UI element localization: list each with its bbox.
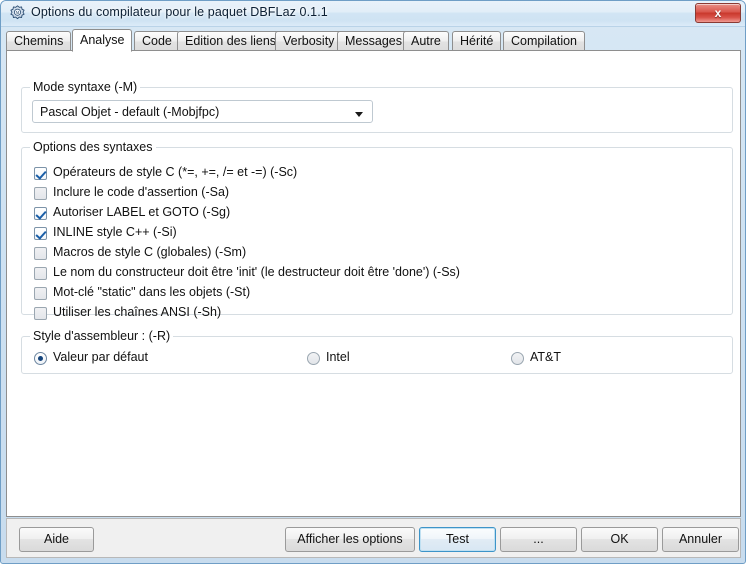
tab-herite[interactable]: Hérité — [452, 31, 502, 51]
title-bar: M Options du compilateur pour le paquet … — [1, 1, 745, 27]
window-title: Options du compilateur pour le paquet DB… — [31, 5, 328, 19]
dialog-button-bar: Aide Afficher les options Test ... OK An… — [6, 518, 741, 558]
group-mode-syntaxe: Mode syntaxe (-M) Pascal Objet - default… — [21, 80, 733, 133]
radio-label-intel: Intel — [326, 350, 350, 364]
radio-label-default: Valeur par défaut — [53, 350, 148, 364]
tab-page-analyse: Mode syntaxe (-M) Pascal Objet - default… — [6, 50, 741, 517]
chevron-down-icon — [355, 112, 363, 117]
help-button[interactable]: Aide — [19, 527, 94, 552]
close-button[interactable]: x — [695, 3, 741, 23]
checkbox-label-static-keyword: Mot-clé "static" dans les objets (-St) — [53, 285, 251, 299]
test-button[interactable]: Test — [419, 527, 496, 552]
tab-code[interactable]: Code — [134, 31, 180, 51]
checkbox-constructor-init[interactable] — [34, 267, 47, 280]
checkbox-label-ansi-strings: Utiliser les chaînes ANSI (-Sh) — [53, 305, 222, 319]
checkbox-label-label-goto: Autoriser LABEL et GOTO (-Sg) — [53, 205, 231, 219]
radio-att[interactable] — [511, 352, 524, 365]
checkbox-label-inline-cpp: INLINE style C++ (-Si) — [53, 225, 177, 239]
checkbox-assertion-code[interactable] — [34, 187, 47, 200]
group-options-des-syntaxes-caption: Options des syntaxes — [30, 140, 156, 154]
checkbox-label-goto[interactable] — [34, 207, 47, 220]
checkbox-ansi-strings[interactable] — [34, 307, 47, 320]
group-mode-syntaxe-caption: Mode syntaxe (-M) — [30, 80, 141, 94]
radio-intel[interactable] — [307, 352, 320, 365]
tab-analyse[interactable]: Analyse — [72, 29, 133, 52]
radio-label-att: AT&T — [530, 350, 562, 364]
tab-autre[interactable]: Autre — [403, 31, 449, 51]
checkbox-label-constructor-init: Le nom du constructeur doit être 'init' … — [53, 265, 460, 279]
group-options-des-syntaxes: Options des syntaxes Opérateurs de style… — [21, 140, 733, 320]
tab-edition-des-liens[interactable]: Edition des liens — [177, 31, 285, 51]
tab-verbosity[interactable]: Verbosity — [275, 31, 343, 51]
tab-compilation[interactable]: Compilation — [503, 31, 586, 51]
checkbox-label-assertion-code: Inclure le code d'assertion (-Sa) — [53, 185, 230, 199]
group-style-assembleur-caption: Style d'assembleur : (-R) — [30, 329, 174, 343]
radio-default[interactable] — [34, 352, 47, 365]
syntax-mode-combobox[interactable]: Pascal Objet - default (-Mobjfpc) — [32, 100, 373, 123]
ellipsis-button[interactable]: ... — [500, 527, 577, 552]
cancel-button[interactable]: Annuler — [662, 527, 739, 552]
lazarus-package-icon: M — [10, 5, 25, 20]
compiler-options-window: M Options du compilateur pour le paquet … — [0, 0, 746, 564]
checkbox-c-operators[interactable] — [34, 167, 47, 180]
checkbox-label-c-operators: Opérateurs de style C (*=, +=, /= et -=)… — [53, 165, 298, 179]
checkbox-label-c-macros: Macros de style C (globales) (-Sm) — [53, 245, 247, 259]
tab-chemins[interactable]: Chemins — [6, 31, 72, 51]
group-style-assembleur: Style d'assembleur : (-R) Valeur par déf… — [21, 329, 733, 374]
ok-button[interactable]: OK — [581, 527, 658, 552]
syntax-mode-combobox-value: Pascal Objet - default (-Mobjfpc) — [40, 105, 220, 119]
svg-text:M: M — [16, 10, 20, 15]
client-area: Chemins Analyse Code Edition des liens V… — [6, 29, 741, 559]
tab-messages[interactable]: Messages — [337, 31, 410, 51]
checkbox-c-macros[interactable] — [34, 247, 47, 260]
checkbox-inline-cpp[interactable] — [34, 227, 47, 240]
tab-bar: Chemins Analyse Code Edition des liens V… — [6, 29, 741, 52]
show-options-button[interactable]: Afficher les options — [285, 527, 415, 552]
checkbox-static-keyword[interactable] — [34, 287, 47, 300]
